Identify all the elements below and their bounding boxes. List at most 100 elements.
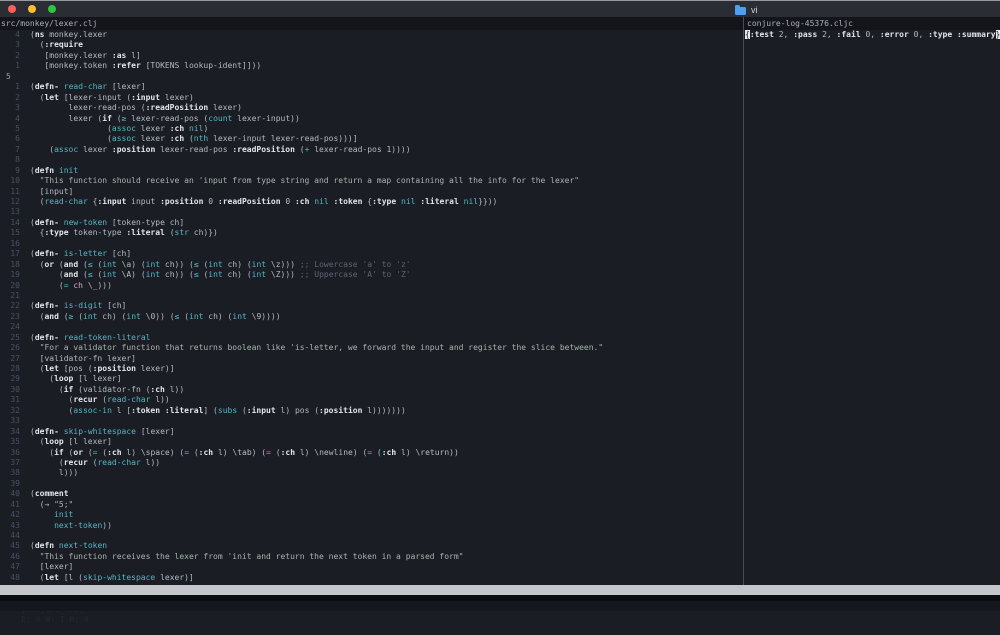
titlebar: vi (0, 0, 1000, 17)
line-number: 29 (0, 374, 20, 384)
line-number: 22 (0, 301, 20, 311)
code-line[interactable]: 41 (→ "5;" (0, 500, 743, 510)
code-line[interactable]: 30 (if (validator-fn (:ch l)) (0, 385, 743, 395)
line-number: 8 (0, 155, 20, 165)
code-line[interactable]: 3 (:require (0, 40, 743, 50)
line-number: 1 (0, 82, 20, 92)
code-line[interactable]: 43 next-token)) (0, 521, 743, 531)
code-line[interactable]: 13 (0, 207, 743, 217)
line-number: 12 (0, 197, 20, 207)
code-line[interactable]: 18 (or (and (≤ (int \a) (int ch)) (≤ (in… (0, 260, 743, 270)
code-line[interactable]: 21 (0, 291, 743, 301)
code-line[interactable]: 5 (0, 72, 743, 82)
code-line[interactable]: 44 (0, 531, 743, 541)
code-line[interactable]: 24 (0, 322, 743, 332)
line-number: 21 (0, 291, 20, 301)
code-line[interactable]: 34(defn- skip-whitespace [lexer] (0, 427, 743, 437)
minimize-button[interactable] (28, 5, 36, 13)
code-line[interactable]: 48 (let [l (skip-whitespace lexer)] (0, 573, 743, 583)
code-line[interactable]: 47 [lexer] (0, 562, 743, 572)
line-number: 41 (0, 500, 20, 510)
code-line[interactable]: 33 (0, 416, 743, 426)
code-line[interactable]: 29 (loop [l lexer] (0, 374, 743, 384)
statusline-diagnostics: E: 0 W: 1 H: 0 (21, 615, 88, 624)
code-line[interactable]: 40(comment (0, 489, 743, 499)
code-line[interactable]: 4 lexer (if (≥ lexer-read-pos (count lex… (0, 114, 743, 124)
line-number: 20 (0, 281, 20, 291)
line-number: 34 (0, 427, 20, 437)
code-line[interactable]: 23 (and (≥ (int ch) (int \0)) (≤ (int ch… (0, 312, 743, 322)
code-line[interactable]: 31 (recur (read-char l)) (0, 395, 743, 405)
code-line[interactable]: 17(defn- is-letter [ch] (0, 249, 743, 259)
code-line[interactable]: 2 [monkey.lexer :as l] (0, 51, 743, 61)
line-number: 10 (0, 176, 20, 186)
line-number: 27 (0, 354, 20, 364)
code-line[interactable]: 42 init (0, 510, 743, 520)
line-number: 31 (0, 395, 20, 405)
code-line[interactable]: 26 "For a validator function that return… (0, 343, 743, 353)
code-line[interactable]: 14(defn- new-token [token-type ch] (0, 218, 743, 228)
line-number: 4 (0, 30, 20, 40)
code-line[interactable]: 3 lexer-read-pos (:readPosition lexer) (0, 103, 743, 113)
code-line[interactable]: 27 [validator-fn lexer] (0, 354, 743, 364)
line-number: 17 (0, 249, 20, 259)
code-line[interactable]: 2 (let [lexer-input (:input lexer) (0, 93, 743, 103)
line-number: 32 (0, 406, 20, 416)
code-line[interactable]: 12 (read-char {:input input :position 0 … (0, 197, 743, 207)
close-button[interactable] (8, 5, 16, 13)
code-line[interactable]: 35 (loop [l lexer] (0, 437, 743, 447)
line-number: 3 (0, 103, 20, 113)
winbar-row: src/monkey/lexer.clj conjure-log-45376.c… (0, 17, 1000, 30)
line-number: 4 (0, 114, 20, 124)
code-line[interactable]: 1(defn- read-char [lexer] (0, 82, 743, 92)
window-bottom-edge (0, 601, 1000, 611)
code-line[interactable]: 11 [input] (0, 187, 743, 197)
line-number: 9 (0, 166, 20, 176)
window-title: vi (751, 4, 758, 16)
code-line[interactable]: 37 (recur (read-char l)) (0, 458, 743, 468)
line-number: 33 (0, 416, 20, 426)
line-number: 26 (0, 343, 20, 353)
code-line[interactable]: 7 (assoc lexer :position lexer-read-pos … (0, 145, 743, 155)
code-line[interactable]: 36 (if (or (= (:ch l) \space) (= (:ch l)… (0, 448, 743, 458)
code-line[interactable]: 32 (assoc-in l [:token :literal] (subs (… (0, 406, 743, 416)
line-number: 25 (0, 333, 20, 343)
line-number: 30 (0, 385, 20, 395)
code-line[interactable]: 25(defn- read-token-literal (0, 333, 743, 343)
code-line[interactable]: 39 (0, 479, 743, 489)
line-number: 39 (0, 479, 20, 489)
line-number: 24 (0, 322, 20, 332)
code-line[interactable]: 1 [monkey.token :refer [TOKENS lookup-id… (0, 61, 743, 71)
line-number: 38 (0, 468, 20, 478)
code-line[interactable]: 5 (assoc lexer :ch nil) (0, 124, 743, 134)
zoom-button[interactable] (48, 5, 56, 13)
window-title-group: vi (735, 4, 758, 16)
line-number: 40 (0, 489, 20, 499)
line-number: 28 (0, 364, 20, 374)
code-line[interactable]: 28 (let [pos (:position lexer)] (0, 364, 743, 374)
code-editor[interactable]: 4(ns monkey.lexer3 (:require2 [monkey.le… (0, 30, 743, 585)
line-number: 5 (0, 124, 20, 134)
code-line[interactable]: 46 "This function receives the lexer fro… (0, 552, 743, 562)
code-line[interactable]: 20 (= ch \_))) (0, 281, 743, 291)
conjure-log-pane[interactable]: {:test 2, :pass 2, :fail 0, :error 0, :t… (745, 30, 1000, 585)
line-number: 3 (0, 40, 20, 50)
line-number: 43 (0, 521, 20, 531)
vertical-split-separator[interactable] (743, 17, 744, 585)
code-line[interactable]: 22(defn- is-digit [ch] (0, 301, 743, 311)
line-number: 16 (0, 239, 20, 249)
code-line[interactable]: 10 "This function should receive an 'inp… (0, 176, 743, 186)
code-line[interactable]: 9(defn init (0, 166, 743, 176)
code-line[interactable]: 16 (0, 239, 743, 249)
line-number: 42 (0, 510, 20, 520)
line-number: 7 (0, 145, 20, 155)
code-line[interactable]: 6 (assoc lexer :ch (nth lexer-input lexe… (0, 134, 743, 144)
line-number: 14 (0, 218, 20, 228)
code-line[interactable]: 4(ns monkey.lexer (0, 30, 743, 40)
code-line[interactable]: 19 (and (≤ (int \A) (int ch)) (≤ (int ch… (0, 270, 743, 280)
line-number: 11 (0, 187, 20, 197)
code-line[interactable]: 45(defn next-token (0, 541, 743, 551)
code-line[interactable]: 38 l))) (0, 468, 743, 478)
code-line[interactable]: 15 {:type token-type :literal (str ch)}) (0, 228, 743, 238)
code-line[interactable]: 8 (0, 155, 743, 165)
